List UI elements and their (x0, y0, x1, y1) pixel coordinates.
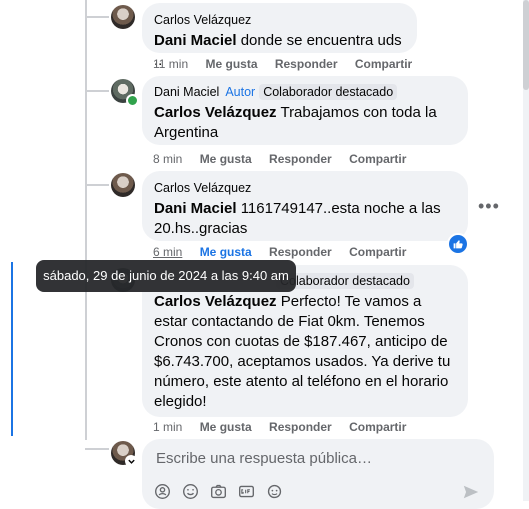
profile-switch-chevron-icon[interactable] (125, 455, 137, 467)
camera-icon[interactable] (210, 483, 227, 500)
thread-branch (85, 448, 109, 450)
comment-actions: 1 min Me gusta Responder Compartir (153, 420, 420, 434)
comment-author[interactable]: Carlos Velázquez (154, 180, 251, 196)
comment-bubble: Dani Maciel Autor Colaborador destacado Ca… (142, 76, 468, 145)
comment-actions: 11 min Me gusta Responder Compartir (153, 57, 426, 71)
scrollbar-thumb[interactable] (523, 0, 529, 90)
collab-badge: Colaborador destacado (276, 273, 414, 289)
comment-time[interactable]: 1 min (153, 420, 182, 434)
comment-time[interactable]: 11 min (153, 57, 188, 71)
online-status-dot (126, 94, 139, 107)
like-button[interactable]: Me gusta (200, 152, 252, 166)
comment-bubble: Carlos Velázquez Dani Maciel donde se en… (142, 3, 417, 69)
like-reaction-icon[interactable] (447, 233, 469, 255)
reply-button[interactable]: Responder (269, 420, 332, 434)
gif-icon[interactable] (238, 483, 255, 500)
thread-branch (85, 184, 109, 186)
comment-text: Carlos Velázquez Trabajamos con toda la … (154, 104, 437, 141)
collab-badge: Colaborador destacado (259, 84, 398, 100)
reply-input[interactable] (154, 449, 458, 468)
comment-text: Carlos Velázquez Perfecto! Te vamos a es… (154, 293, 451, 410)
composer-toolbar (154, 483, 283, 500)
comment-mention[interactable]: Carlos Velázquez (154, 293, 277, 310)
comment-bubble: Carlos Velázquez Dani Maciel 1161749147.… (142, 171, 468, 241)
sticker-icon[interactable] (266, 483, 283, 500)
like-button[interactable]: Me gusta (200, 245, 252, 259)
share-button[interactable]: Compartir (349, 245, 406, 259)
reply-button[interactable]: Responder (269, 245, 332, 259)
reply-button[interactable]: Responder (269, 152, 332, 166)
comment-actions: 6 min Me gusta Responder Compartir (153, 245, 420, 259)
like-button[interactable]: Me gusta (200, 420, 252, 434)
send-icon[interactable] (462, 483, 480, 501)
comment-mention[interactable]: Dani Maciel (154, 32, 237, 49)
comment-author[interactable]: Carlos Velázquez (154, 12, 251, 28)
share-button[interactable]: Compartir (349, 152, 406, 166)
author-badge: Autor (225, 85, 256, 99)
avatar-sticker-icon[interactable] (154, 483, 171, 500)
comment-author[interactable]: Dani Maciel (154, 84, 219, 100)
thread-branch (85, 90, 109, 92)
comment-header: Dani Maciel Autor Colaborador destacado (154, 83, 456, 101)
reply-composer (142, 439, 494, 509)
comment-text: Dani Maciel 1161749147..esta noche a las… (154, 200, 441, 237)
avatar-carlos[interactable] (111, 5, 135, 29)
comment-time[interactable]: 6 min (153, 245, 182, 259)
avatar-carlos[interactable] (111, 173, 135, 197)
comment-mention[interactable]: Dani Maciel (154, 200, 237, 217)
share-button[interactable]: Compartir (355, 57, 412, 71)
comment-actions: 8 min Me gusta Responder Compartir (153, 152, 420, 166)
thread-branch (85, 16, 109, 18)
emoji-icon[interactable] (182, 483, 199, 500)
more-options-icon[interactable]: ••• (478, 196, 500, 217)
comment-mention[interactable]: Carlos Velázquez (154, 104, 277, 121)
timestamp-tooltip: sábado, 29 de junio de 2024 a las 9:40 a… (36, 260, 296, 292)
thread-line (85, 0, 87, 440)
scrollbar-track[interactable] (523, 0, 529, 501)
comment-time[interactable]: 8 min (153, 152, 182, 166)
reply-button[interactable]: Responder (275, 57, 338, 71)
highlight-rail (11, 262, 13, 436)
like-button[interactable]: Me gusta (205, 57, 257, 71)
share-button[interactable]: Compartir (349, 420, 406, 434)
